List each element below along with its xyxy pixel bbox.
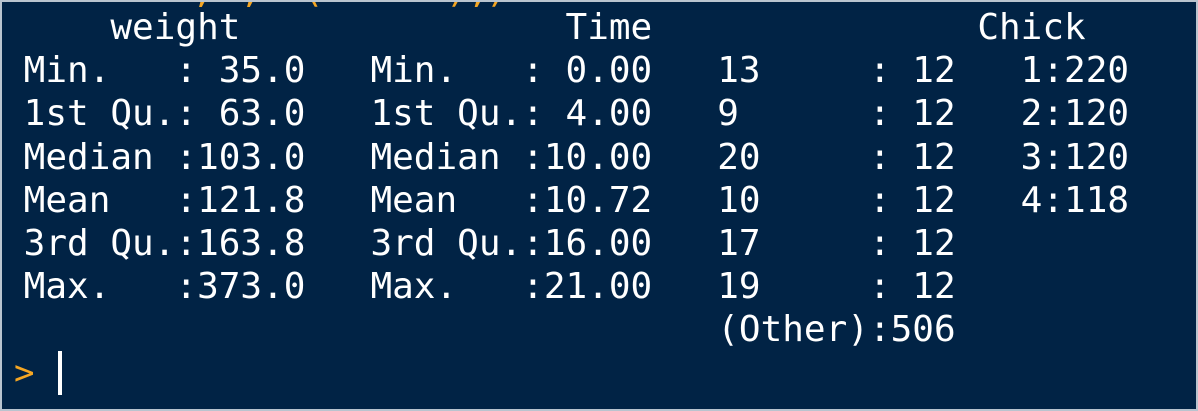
summary-row: (Other):506 (2, 309, 1173, 351)
summary-row: Max. :373.0 Max. :21.00 19 : 12 (2, 266, 1173, 308)
r-console[interactable]: , ; ( ), ) weight Time Chick Diet Min. :… (0, 0, 1198, 411)
summary-row: 3rd Qu.:163.8 3rd Qu.:16.00 17 : 12 (2, 222, 1173, 264)
prompt-symbol: > (14, 353, 35, 393)
summary-header-row: weight Time Chick Diet (2, 7, 1198, 48)
summary-row: Median :103.0 Median :10.00 20 : 12 3:12… (2, 136, 1173, 178)
summary-output: weight Time Chick Diet Min. : 35.0 Min. … (2, 6, 1198, 352)
summary-row: Mean :121.8 Mean :10.72 10 : 12 4:118 (2, 179, 1173, 221)
command-prompt[interactable]: > (14, 350, 62, 396)
text-cursor[interactable] (58, 351, 62, 395)
summary-row: Min. : 35.0 Min. : 0.00 13 : 12 1:220 (2, 50, 1173, 92)
summary-row: 1st Qu.: 63.0 1st Qu.: 4.00 9 : 12 2:120 (2, 93, 1173, 135)
